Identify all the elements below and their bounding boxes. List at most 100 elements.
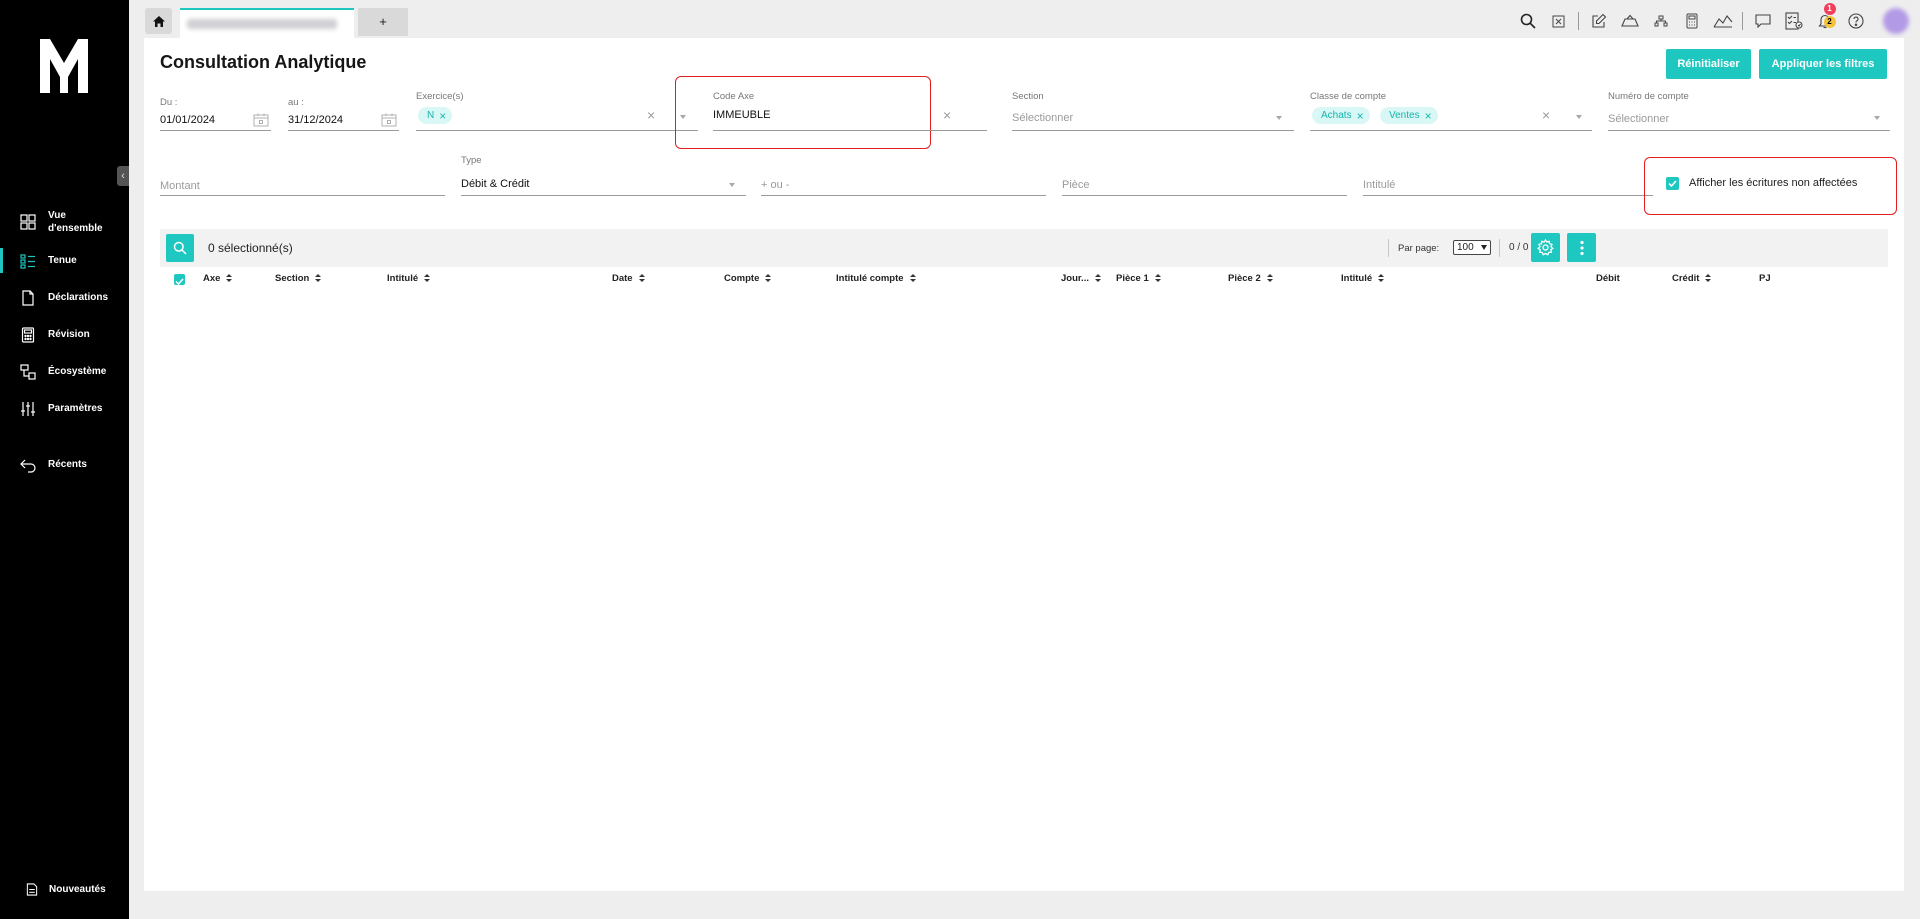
- calendar-icon[interactable]: [253, 113, 269, 127]
- news-icon: [26, 882, 38, 896]
- select-all-checkbox[interactable]: [174, 274, 185, 286]
- checklist-icon[interactable]: [1783, 10, 1805, 32]
- column-intitule-compte[interactable]: Intitulé compte: [836, 273, 916, 284]
- checkmark-icon: [175, 278, 184, 286]
- column-compte[interactable]: Compte: [724, 273, 772, 284]
- exercice-select[interactable]: Exercice(s) N × ×: [416, 91, 698, 131]
- sidebar-item-parametres[interactable]: Paramètres: [0, 390, 129, 427]
- sidebar-item-recents[interactable]: Récents: [0, 446, 129, 483]
- chip-remove-icon[interactable]: ×: [1357, 109, 1364, 123]
- sort-icon: [638, 274, 645, 283]
- grid-search-button[interactable]: [166, 234, 194, 262]
- toolbar: 1 2: [1512, 3, 1920, 36]
- edit-icon[interactable]: [1588, 10, 1610, 32]
- column-credit[interactable]: Crédit: [1672, 273, 1712, 284]
- network-icon[interactable]: [1650, 10, 1672, 32]
- date-from-field[interactable]: Du : 01/01/2024: [160, 97, 271, 131]
- apply-filters-button[interactable]: Appliquer les filtres: [1759, 49, 1887, 79]
- search-icon: [173, 241, 187, 255]
- sidebar-item-revision[interactable]: Révision: [0, 316, 129, 353]
- sidebar-item-label: Nouveautés: [49, 883, 106, 895]
- code-axe-select[interactable]: Code Axe IMMEUBLE ×: [713, 91, 987, 131]
- chevron-down-icon[interactable]: [1276, 116, 1282, 120]
- column-piece-1[interactable]: Pièce 1: [1116, 273, 1161, 284]
- grid-header: Axe Section Intitulé Date Compte Intitul…: [160, 271, 1888, 287]
- top-bar: + 1 2: [129, 0, 1920, 38]
- sidebar-item-tenue[interactable]: Tenue: [0, 242, 129, 279]
- notification-badge-yellow: 2: [1823, 16, 1836, 28]
- column-journal[interactable]: Jour...: [1061, 273, 1101, 284]
- chip-remove-icon[interactable]: ×: [1425, 109, 1432, 123]
- column-axe[interactable]: Axe: [203, 273, 233, 284]
- excel-icon[interactable]: [1548, 10, 1570, 32]
- sliders-icon: [21, 401, 35, 416]
- chevron-down-icon[interactable]: [729, 183, 735, 187]
- pager-count: 0 / 0: [1509, 242, 1529, 253]
- section-select[interactable]: Section Sélectionner: [1012, 91, 1294, 131]
- type-value: Débit & Crédit: [461, 178, 530, 190]
- non-affectees-label: Afficher les écritures non affectées: [1689, 177, 1858, 189]
- intitule-input[interactable]: Intitulé: [1363, 156, 1653, 196]
- sidebar-news: Nouveautés: [0, 876, 129, 902]
- notification-badge-red: 1: [1823, 3, 1836, 15]
- column-piece-2[interactable]: Pièce 2: [1228, 273, 1273, 284]
- sidebar-item-label: Déclarations: [48, 292, 109, 303]
- chip-remove-icon[interactable]: ×: [439, 109, 446, 123]
- collapse-sidebar-button[interactable]: ‹: [117, 166, 129, 186]
- clear-icon[interactable]: ×: [1542, 107, 1550, 123]
- column-date[interactable]: Date: [612, 273, 645, 284]
- section-placeholder: Sélectionner: [1012, 112, 1074, 124]
- bell-icon[interactable]: 1 2: [1814, 3, 1836, 32]
- chip-exercice-n: N ×: [418, 107, 453, 124]
- home-icon: [152, 15, 165, 27]
- sort-icon: [1705, 274, 1712, 283]
- column-intitule[interactable]: Intitulé: [387, 273, 431, 284]
- column-pj[interactable]: PJ: [1759, 273, 1771, 284]
- numero-compte-placeholder: Sélectionner: [1608, 113, 1670, 125]
- grid-more-button[interactable]: [1567, 233, 1596, 262]
- help-icon[interactable]: [1845, 10, 1867, 32]
- non-affectees-checkbox[interactable]: [1666, 177, 1679, 190]
- grid-toolbar: 0 sélectionné(s) Par page: 100 0 / 0: [160, 229, 1888, 267]
- column-section[interactable]: Section: [275, 273, 322, 284]
- column-debit[interactable]: Débit: [1596, 273, 1620, 284]
- classe-compte-select[interactable]: Classe de compte Achats × Ventes × ×: [1310, 91, 1592, 131]
- sidebar-recents: Récents: [0, 446, 129, 483]
- sidebar-item-ecosysteme[interactable]: Écosystème: [0, 353, 129, 390]
- reset-button[interactable]: Réinitialiser: [1666, 49, 1751, 79]
- chevron-down-icon[interactable]: [1576, 115, 1582, 119]
- sidebar-item-declarations[interactable]: Déclarations: [0, 279, 129, 316]
- clear-icon[interactable]: ×: [647, 107, 655, 123]
- type-select[interactable]: Type Débit & Crédit: [461, 155, 746, 196]
- montant-input[interactable]: Montant: [160, 156, 445, 196]
- numero-compte-select[interactable]: Numéro de compte Sélectionner: [1608, 91, 1890, 131]
- chart-icon[interactable]: [1712, 10, 1734, 32]
- calculator-icon[interactable]: [1681, 10, 1703, 32]
- piece-input[interactable]: Pièce: [1062, 156, 1347, 196]
- chevron-down-icon[interactable]: [1874, 116, 1880, 120]
- per-page-select[interactable]: 100: [1453, 240, 1491, 255]
- sidebar-item-label: Écosystème: [48, 366, 107, 377]
- home-button[interactable]: [145, 8, 172, 34]
- sidebar-item-nouveautes[interactable]: Nouveautés: [0, 876, 129, 902]
- avatar[interactable]: [1883, 8, 1909, 34]
- clear-icon[interactable]: ×: [943, 107, 951, 123]
- toolbar-divider: [1578, 12, 1579, 30]
- sidebar-item-vue-ensemble[interactable]: Vue d'ensemble: [0, 202, 129, 242]
- document-tab[interactable]: [180, 8, 354, 38]
- calendar-icon[interactable]: [381, 113, 397, 127]
- document-icon: [22, 289, 34, 306]
- plus-moins-input[interactable]: + ou -: [761, 156, 1046, 196]
- list-icon: [20, 253, 35, 269]
- add-tab-button[interactable]: +: [358, 8, 408, 36]
- chat-icon[interactable]: [1752, 10, 1774, 32]
- sidebar-item-label: Vue d'ensemble: [48, 210, 103, 234]
- column-intitule-2[interactable]: Intitulé: [1341, 273, 1385, 284]
- per-page-label: Par page:: [1398, 243, 1440, 254]
- selection-count: 0 sélectionné(s): [208, 241, 293, 255]
- cloud-upload-icon[interactable]: [1619, 10, 1641, 32]
- search-icon[interactable]: [1517, 10, 1539, 32]
- date-to-field[interactable]: au : 31/12/2024: [288, 97, 399, 131]
- grid-settings-button[interactable]: [1531, 233, 1560, 262]
- m-logo-icon[interactable]: [38, 37, 90, 95]
